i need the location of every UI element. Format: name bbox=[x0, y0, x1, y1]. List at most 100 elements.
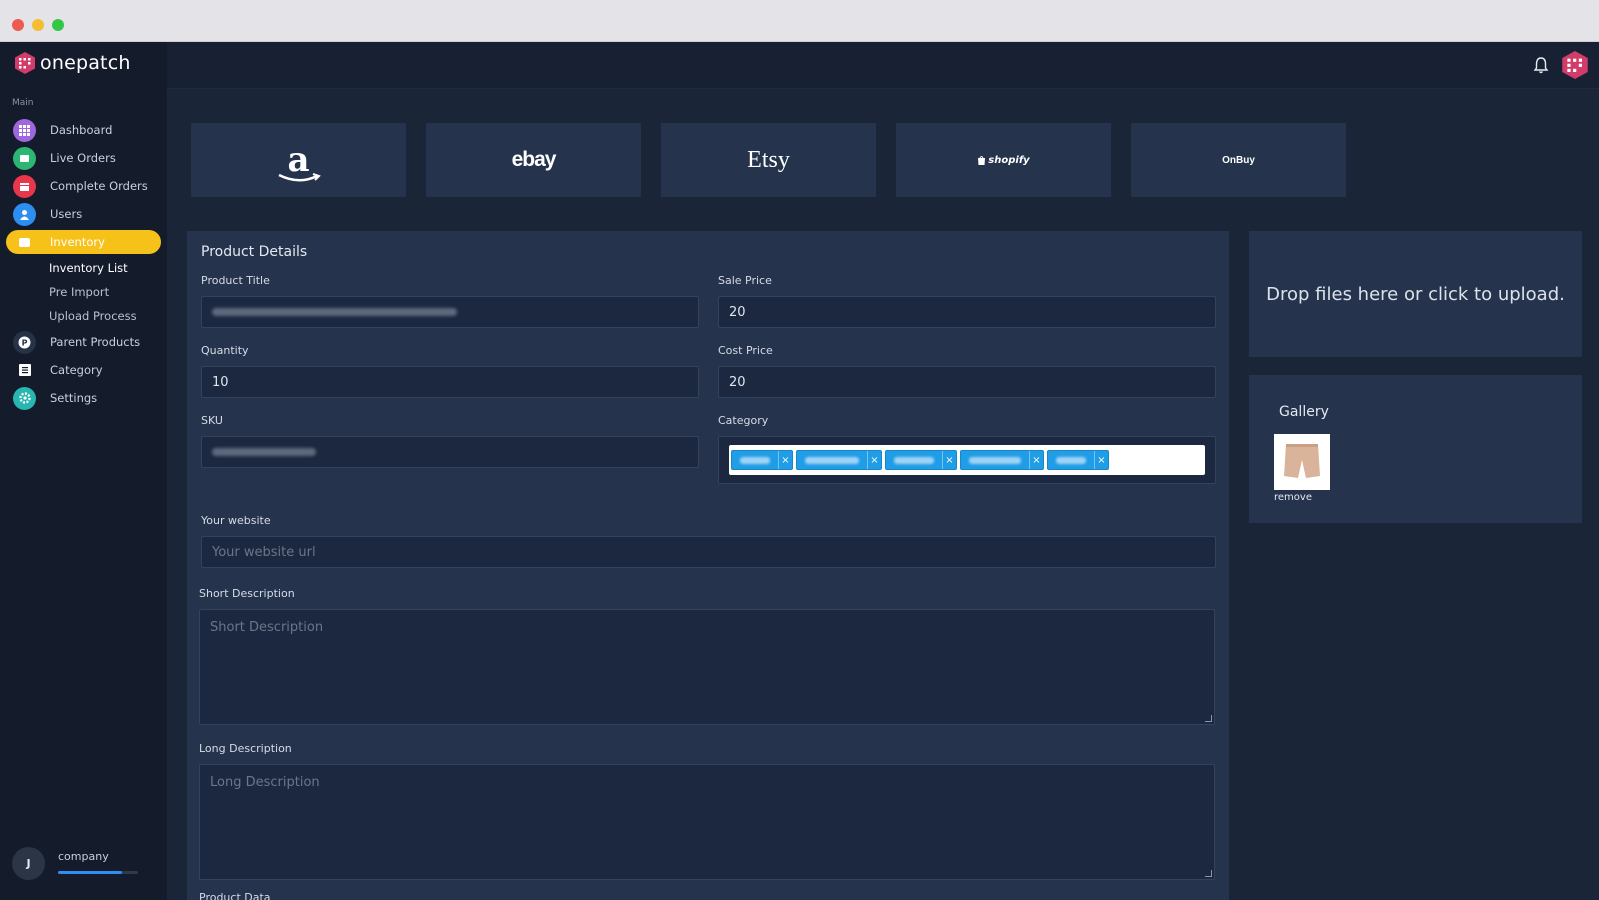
sidebar-item-label: Parent Products bbox=[50, 335, 141, 349]
brand-logo[interactable]: onepatch bbox=[14, 52, 131, 74]
profile-logo-icon[interactable] bbox=[1561, 51, 1589, 79]
sidebar-item-label: Inventory bbox=[50, 235, 105, 249]
cost-price-input[interactable]: 20 bbox=[718, 366, 1216, 398]
sidebar-item-complete-orders[interactable]: Complete Orders bbox=[0, 172, 167, 200]
profile-progress-bar bbox=[58, 871, 138, 874]
sku-field: SKU bbox=[201, 414, 699, 468]
product-title-label: Product Title bbox=[201, 274, 270, 287]
product-title-field: Product Title bbox=[201, 274, 699, 328]
grid-icon bbox=[13, 118, 36, 142]
sidebar-subitem-upload-process[interactable]: Upload Process bbox=[0, 304, 167, 328]
sidebar-subitem-pre-import[interactable]: Pre Import bbox=[0, 280, 167, 304]
redacted-text bbox=[212, 308, 457, 316]
sidebar-item-label: Complete Orders bbox=[50, 179, 148, 193]
box-icon bbox=[13, 233, 36, 251]
panel-title: Product Details bbox=[201, 244, 308, 260]
sidebar-item-dashboard[interactable]: Dashboard bbox=[0, 116, 167, 144]
category-tag: × bbox=[731, 450, 793, 470]
list-icon bbox=[13, 359, 36, 382]
quantity-field: Quantity 10 bbox=[201, 344, 699, 398]
sidebar-item-settings[interactable]: Settings bbox=[0, 384, 167, 412]
maximize-window-button[interactable] bbox=[52, 19, 64, 31]
quantity-label: Quantity bbox=[201, 344, 249, 357]
short-description-field: Short Description Short Description bbox=[199, 587, 1215, 725]
product-details-panel: Product Details Product Title Sale Price… bbox=[187, 231, 1229, 900]
parent-icon: P bbox=[13, 330, 36, 354]
sidebar-item-label: Settings bbox=[50, 391, 98, 405]
sidebar-item-live-orders[interactable]: Live Orders bbox=[0, 144, 167, 172]
avatar[interactable]: J bbox=[12, 847, 45, 880]
product-data-label: Product Data bbox=[199, 891, 271, 900]
marketplace-ebay[interactable]: ebay bbox=[426, 123, 641, 197]
category-tag: × bbox=[1047, 450, 1109, 470]
product-title-input[interactable] bbox=[201, 296, 699, 328]
tag-remove-button[interactable]: × bbox=[1094, 451, 1108, 469]
gallery-thumbnail[interactable] bbox=[1274, 434, 1330, 490]
file-dropzone[interactable]: Drop files here or click to upload. bbox=[1249, 231, 1582, 357]
redacted-text bbox=[212, 448, 316, 456]
sku-input[interactable] bbox=[201, 436, 699, 468]
short-description-label: Short Description bbox=[199, 587, 295, 600]
main-nav: Dashboard Live Orders Complete Orders Us… bbox=[0, 116, 167, 412]
cart-icon bbox=[13, 146, 36, 170]
long-description-textarea[interactable]: Long Description bbox=[199, 764, 1215, 880]
ebay-logo: ebay bbox=[511, 148, 557, 171]
shopify-bag-icon bbox=[978, 156, 986, 165]
marketplace-etsy[interactable]: Etsy bbox=[661, 123, 876, 197]
sale-price-field: Sale Price 20 bbox=[718, 274, 1216, 328]
category-tag: × bbox=[885, 450, 957, 470]
quantity-input[interactable]: 10 bbox=[201, 366, 699, 398]
marketplace-amazon[interactable]: a bbox=[191, 123, 406, 197]
sidebar-user[interactable]: J company bbox=[12, 847, 138, 880]
resize-grip-icon[interactable] bbox=[1205, 870, 1212, 877]
sidebar-subitem-inventory-list[interactable]: Inventory List bbox=[0, 256, 167, 280]
tag-remove-button[interactable]: × bbox=[778, 451, 792, 469]
category-label: Category bbox=[718, 414, 769, 427]
remove-image-link[interactable]: remove bbox=[1274, 492, 1312, 503]
brand-name: onepatch bbox=[40, 52, 131, 74]
marketplace-selector: a ebay Etsy shopify OnBuy bbox=[191, 123, 1346, 197]
sku-label: SKU bbox=[201, 414, 223, 427]
long-description-field: Long Description Long Description bbox=[199, 742, 1215, 880]
long-description-label: Long Description bbox=[199, 742, 292, 755]
minimize-window-button[interactable] bbox=[32, 19, 44, 31]
shorts-product-image bbox=[1284, 444, 1320, 478]
user-icon bbox=[13, 202, 36, 226]
category-tag: × bbox=[960, 450, 1044, 470]
sidebar-item-inventory[interactable]: Inventory bbox=[6, 230, 161, 254]
sidebar-item-users[interactable]: Users bbox=[0, 200, 167, 228]
bell-icon[interactable] bbox=[1533, 56, 1549, 74]
close-window-button[interactable] bbox=[12, 19, 24, 31]
sidebar-item-label: Dashboard bbox=[50, 123, 113, 137]
sidebar-item-label: Category bbox=[50, 363, 103, 377]
marketplace-onbuy[interactable]: OnBuy bbox=[1131, 123, 1346, 197]
category-tag-input[interactable]: × × × × × bbox=[718, 436, 1216, 484]
shopify-logo: shopify bbox=[988, 154, 1030, 166]
sale-price-input[interactable]: 20 bbox=[718, 296, 1216, 328]
tag-remove-button[interactable]: × bbox=[867, 451, 881, 469]
nav-section-label: Main bbox=[12, 98, 34, 108]
sidebar-item-parent-products[interactable]: P Parent Products bbox=[0, 328, 167, 356]
gear-icon bbox=[13, 386, 36, 410]
amazon-logo: a bbox=[278, 143, 322, 182]
company-name: company bbox=[58, 850, 109, 863]
sidebar-item-label: Users bbox=[50, 207, 83, 221]
resize-grip-icon[interactable] bbox=[1205, 715, 1212, 722]
category-tag: × bbox=[796, 450, 882, 470]
website-input[interactable]: Your website url bbox=[201, 536, 1216, 568]
website-label: Your website bbox=[201, 514, 271, 527]
profile-progress-fill bbox=[58, 871, 122, 874]
tag-remove-button[interactable]: × bbox=[942, 451, 956, 469]
svg-text:P: P bbox=[22, 338, 28, 347]
tag-remove-button[interactable]: × bbox=[1029, 451, 1043, 469]
sidebar-item-category[interactable]: Category bbox=[0, 356, 167, 384]
short-description-placeholder: Short Description bbox=[210, 620, 324, 635]
short-description-textarea[interactable]: Short Description bbox=[199, 609, 1215, 725]
cost-price-field: Cost Price 20 bbox=[718, 344, 1216, 398]
gallery-title: Gallery bbox=[1279, 404, 1329, 420]
gallery-panel: Gallery remove bbox=[1249, 375, 1582, 523]
sale-price-label: Sale Price bbox=[718, 274, 772, 287]
marketplace-shopify[interactable]: shopify bbox=[896, 123, 1111, 197]
category-field: Category × × × × × bbox=[718, 414, 1216, 484]
sidebar: onepatch Main Dashboard Live Orders Comp… bbox=[0, 42, 167, 900]
